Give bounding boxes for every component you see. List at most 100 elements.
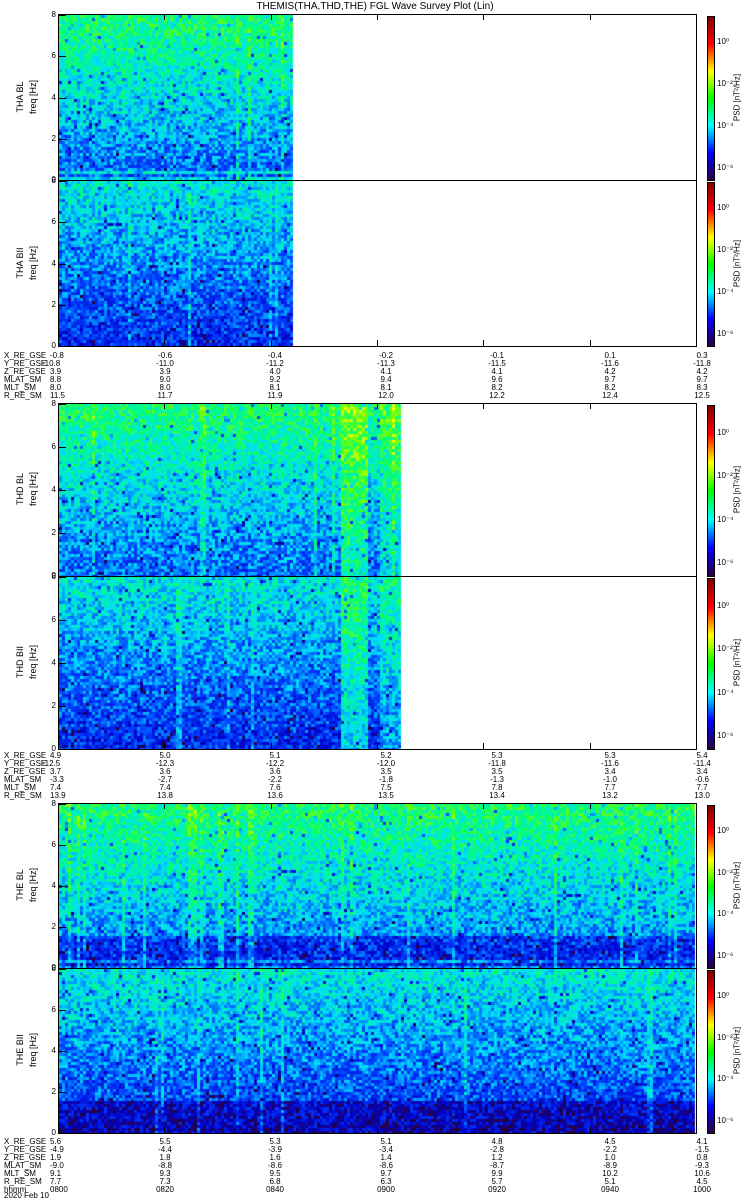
spectrogram-panel-the-bii	[58, 968, 697, 1134]
x-tick-mark	[483, 340, 485, 346]
y-axis-label: freq [Hz]	[28, 79, 38, 114]
y-tick-mark	[58, 97, 66, 99]
colorbar	[707, 578, 715, 750]
x-tick-mark	[483, 14, 485, 20]
colorbar-tick-label: 10⁻⁶	[717, 328, 734, 338]
y-tick-mark	[58, 620, 66, 621]
spectrogram-image	[59, 804, 696, 968]
spectrogram-image	[59, 577, 696, 749]
spectrogram-panel-the-bl	[58, 803, 697, 969]
ephemeris-value: 0820	[156, 1185, 174, 1194]
ephemeris-value: 13.5	[378, 791, 394, 800]
ephemeris-value: 0900	[377, 1185, 395, 1194]
colorbar-tick-label: 10⁰	[717, 203, 730, 213]
x-tick-mark	[589, 403, 591, 409]
colorbar-tick-label: 10⁻⁴	[717, 514, 734, 524]
colorbar-tick-label: 10⁻²	[717, 1032, 733, 1042]
y-tick-label: 0	[51, 1128, 56, 1137]
x-tick-mark	[58, 340, 59, 346]
y-tick-mark	[58, 1092, 66, 1093]
x-tick-mark	[589, 14, 591, 20]
colorbar-tick-label: 10⁻⁶	[717, 162, 734, 172]
x-tick-mark	[696, 743, 697, 749]
y-tick-mark	[58, 181, 66, 182]
x-tick-mark	[164, 403, 166, 409]
y-tick-mark	[58, 404, 66, 405]
y-tick-label: 2	[51, 1087, 56, 1096]
spectrogram-image	[59, 15, 696, 180]
colorbar-tick-label: 10⁰	[717, 37, 730, 47]
x-tick-mark	[377, 14, 378, 20]
x-tick-mark	[589, 340, 591, 346]
colorbar	[707, 805, 715, 969]
ephemeris-value: 13.2	[602, 791, 618, 800]
spectrogram-panel-tha-bl	[58, 14, 697, 181]
y-axis-label: freq [Hz]	[28, 645, 38, 680]
y-tick-label: 4	[51, 658, 56, 667]
x-tick-mark	[696, 340, 697, 346]
colorbar-tick-label: 10⁻²	[717, 79, 733, 89]
colorbar-tick-label: 10⁻⁶	[717, 950, 734, 960]
x-tick-mark	[483, 403, 485, 409]
y-tick-label: 8	[51, 572, 56, 581]
y-tick-mark	[58, 886, 66, 887]
y-tick-label: 4	[51, 92, 56, 102]
colorbar-tick-label: 10⁻⁴	[717, 1074, 734, 1084]
x-tick-mark	[58, 403, 59, 409]
ephemeris-value: 13.0	[694, 791, 710, 800]
panel-label: THD BL	[15, 473, 25, 506]
x-tick-mark	[483, 1127, 485, 1133]
x-tick-mark	[270, 1127, 272, 1133]
ephemeris-value: 13.6	[267, 791, 283, 800]
spectrogram-panel-tha-bii	[58, 180, 697, 347]
y-tick-mark	[58, 15, 66, 16]
y-tick-mark	[58, 533, 66, 534]
colorbar	[707, 16, 715, 181]
y-tick-label: 2	[51, 299, 56, 309]
y-tick-label: 4	[51, 1046, 56, 1055]
spectrogram-image	[59, 181, 696, 346]
x-tick-mark	[270, 403, 272, 409]
y-tick-mark	[58, 304, 66, 306]
colorbar-tick-label: 10⁻⁴	[717, 909, 734, 919]
y-tick-mark	[58, 577, 66, 578]
colorbar-title: PSD [nT²/Hz]	[732, 239, 742, 287]
colorbar-tick-label: 10⁰	[717, 427, 730, 437]
ephemeris-value: 11.7	[157, 391, 173, 400]
colorbar-tick-label: 10⁻⁴	[717, 120, 734, 130]
y-tick-label: 2	[51, 133, 56, 143]
spectrogram-panel-thd-bii	[58, 576, 697, 750]
x-tick-mark	[164, 803, 166, 809]
y-tick-mark	[58, 263, 66, 265]
colorbar-tick-label: 10⁻⁶	[717, 1115, 734, 1125]
y-tick-mark	[58, 56, 66, 58]
y-tick-mark	[58, 1010, 66, 1011]
x-tick-mark	[164, 340, 166, 346]
x-tick-mark	[377, 743, 378, 749]
ephemeris-value: 12.0	[378, 391, 394, 400]
y-axis-label: freq [Hz]	[28, 245, 38, 280]
colorbar-tick-label: 10⁰	[717, 826, 730, 836]
colorbar-tick-label: 10⁻⁴	[717, 687, 734, 697]
y-tick-label: 4	[51, 485, 56, 494]
y-tick-mark	[58, 490, 66, 491]
colorbar-title: PSD [nT²/Hz]	[732, 1026, 742, 1075]
ephemeris-value: 1000	[693, 1185, 711, 1194]
ephemeris-value: 0800	[50, 1185, 68, 1194]
panel-label: THA BII	[15, 247, 25, 279]
y-tick-mark	[58, 969, 66, 970]
y-tick-label: 4	[51, 258, 56, 268]
panel-label: THD BII	[15, 646, 25, 679]
colorbar-title: PSD [nT²/Hz]	[732, 861, 742, 910]
y-tick-label: 4	[51, 881, 56, 890]
y-tick-label: 6	[51, 615, 56, 624]
y-tick-mark	[58, 663, 66, 664]
y-axis-label: freq [Hz]	[28, 1033, 38, 1068]
ephemeris-value: 0940	[601, 1185, 619, 1194]
colorbar-tick-label: 10⁻²	[717, 644, 733, 654]
y-tick-label: 6	[51, 217, 56, 227]
x-tick-mark	[58, 743, 59, 749]
y-tick-label: 8	[51, 799, 56, 808]
colorbar-tick-label: 10⁻²	[717, 245, 733, 255]
x-tick-mark	[483, 803, 485, 809]
